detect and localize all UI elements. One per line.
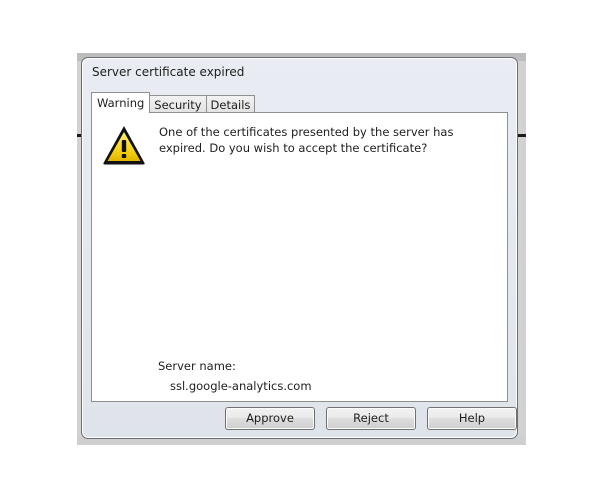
help-button[interactable]: Help	[427, 407, 517, 430]
warning-triangle-icon	[103, 126, 145, 165]
server-name-value: ssl.google-analytics.com	[170, 379, 312, 393]
tab-details[interactable]: Details	[205, 95, 256, 113]
server-name-label: Server name:	[158, 359, 236, 373]
approve-button[interactable]: Approve	[225, 407, 315, 430]
warning-panel: One of the certificates presented by the…	[91, 112, 508, 402]
button-row: Approve Reject Help	[225, 407, 517, 430]
warning-message: One of the certificates presented by the…	[159, 125, 454, 155]
dialog-title: Server certificate expired	[92, 65, 245, 79]
screen: Server certificate expired Warning Secur…	[0, 0, 615, 480]
tab-strip: Warning Security Details	[91, 92, 256, 113]
certificate-dialog: Server certificate expired Warning Secur…	[81, 57, 518, 439]
tab-security[interactable]: Security	[149, 95, 207, 113]
reject-button[interactable]: Reject	[326, 407, 416, 430]
tab-warning[interactable]: Warning	[91, 92, 151, 113]
